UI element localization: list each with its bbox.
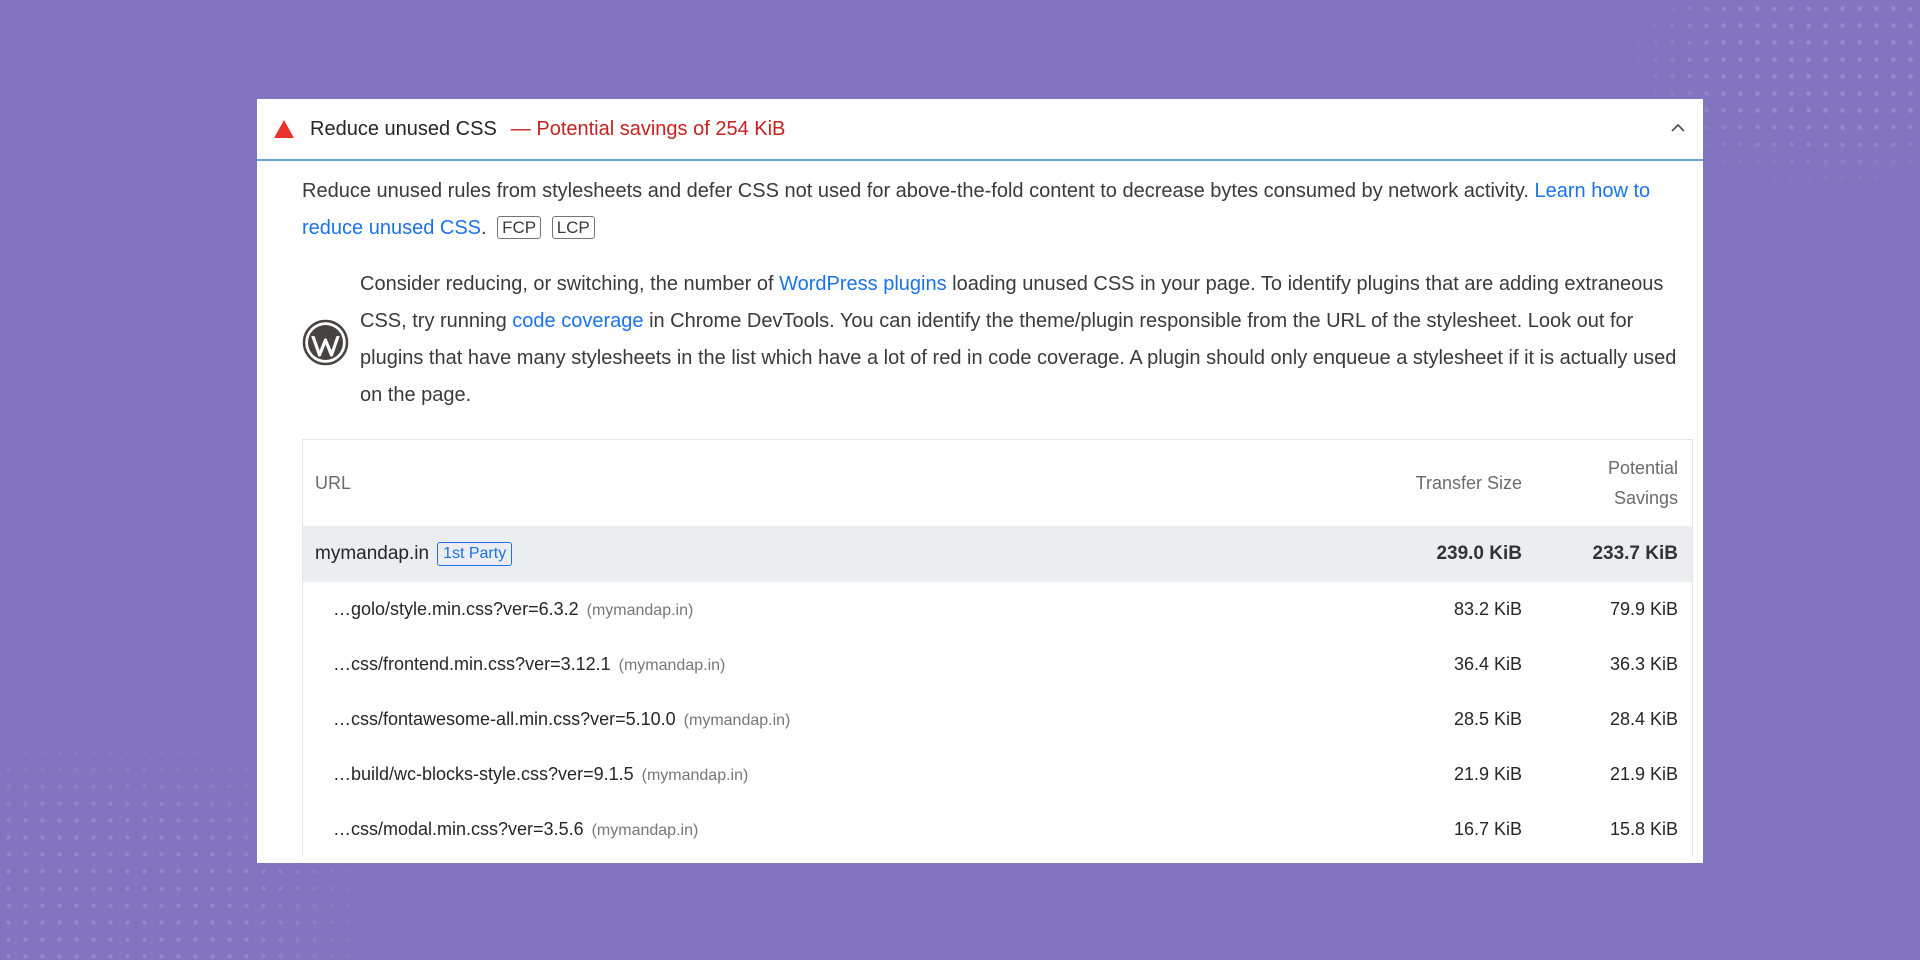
metric-badge-fcp: FCP (497, 216, 542, 239)
entity-group-row: mymandap.in 1st Party 239.0 KiB 233.7 KiB (303, 526, 1692, 582)
audit-panel: Reduce unused CSS — Potential savings of… (257, 99, 1703, 863)
url-cell[interactable]: …css/frontend.min.css?ver=3.12.1 (mymanda… (303, 637, 1358, 692)
url-cell[interactable]: …css/modal.min.css?ver=3.5.6 (mymandap.in… (303, 802, 1358, 857)
audit-title: Reduce unused CSS (310, 117, 497, 140)
metric-badge-lcp: LCP (551, 216, 595, 239)
entity-cell: mymandap.in 1st Party (303, 526, 1358, 582)
warning-triangle-icon (274, 118, 296, 140)
resource-url[interactable]: …css/fontawesome-all.min.css?ver=5.10.0 (333, 709, 676, 729)
savings-cell: 15.8 KiB (1609, 819, 1678, 839)
table-row: …css/modal.min.css?ver=3.5.6 (mymandap.in… (303, 802, 1692, 857)
audit-savings: — Potential savings of 254 KiB (510, 117, 786, 140)
resource-host: (mymandap.in) (641, 767, 749, 784)
savings-cell: 28.4 KiB (1609, 709, 1678, 729)
audit-header[interactable]: Reduce unused CSS — Potential savings of… (257, 99, 1703, 161)
url-cell[interactable]: …build/wc-blocks-style.css?ver=9.1.5 (mym… (303, 747, 1358, 802)
resource-host: (mymandap.in) (591, 822, 699, 839)
details-table-container: URL Transfer Size Potential Savings myma… (302, 439, 1693, 857)
resource-url[interactable]: …build/wc-blocks-style.css?ver=9.1.5 (333, 764, 634, 784)
savings-cell: 21.9 KiB (1609, 764, 1678, 784)
table-row: …golo/style.min.css?ver=6.3.2 (mymandap.i… (303, 582, 1692, 637)
description-text: Reduce unused rules from stylesheets and… (302, 180, 1529, 202)
header-savings-line1: Potential (1607, 458, 1678, 478)
header-url: URL (315, 473, 352, 493)
table-row: …build/wc-blocks-style.css?ver=9.1.5 (mym… (303, 747, 1692, 802)
details-table: URL Transfer Size Potential Savings myma… (303, 440, 1692, 857)
description-period: . (481, 217, 487, 239)
resource-host: (mymandap.in) (586, 602, 694, 619)
entity-transfer-size: 239.0 KiB (1358, 526, 1538, 582)
savings-cell: 36.3 KiB (1609, 654, 1678, 674)
header-savings-line2: Savings (1613, 488, 1678, 508)
wordpress-icon (302, 319, 349, 366)
resource-url[interactable]: …css/modal.min.css?ver=3.5.6 (333, 819, 584, 839)
header-transfer-size: Transfer Size (1415, 473, 1522, 493)
first-party-badge: 1st Party (437, 542, 513, 566)
stack-pack-text: Consider reducing, or switching, the num… (360, 266, 1689, 414)
stack-pack-note: Consider reducing, or switching, the num… (302, 266, 1689, 414)
transfer-size-cell: 36.4 KiB (1453, 654, 1522, 674)
table-row: …css/frontend.min.css?ver=3.12.1 (mymanda… (303, 637, 1692, 692)
transfer-size-cell: 16.7 KiB (1453, 819, 1522, 839)
transfer-size-cell: 28.5 KiB (1453, 709, 1522, 729)
resource-url[interactable]: …golo/style.min.css?ver=6.3.2 (333, 599, 579, 619)
savings-cell: 79.9 KiB (1609, 599, 1678, 619)
resource-host: (mymandap.in) (618, 657, 726, 674)
resource-url[interactable]: …css/frontend.min.css?ver=3.12.1 (333, 654, 611, 674)
table-row: …css/fontawesome-all.min.css?ver=5.10.0 (… (303, 692, 1692, 747)
entity-savings: 233.7 KiB (1538, 526, 1692, 582)
url-cell[interactable]: …golo/style.min.css?ver=6.3.2 (mymandap.i… (303, 582, 1358, 637)
stack-pack-part1: Consider reducing, or switching, the num… (360, 273, 774, 295)
transfer-size-cell: 21.9 KiB (1453, 764, 1522, 784)
wordpress-plugins-link[interactable]: WordPress plugins (779, 273, 946, 295)
entity-name: mymandap.in (315, 543, 430, 564)
chevron-up-icon[interactable] (1669, 119, 1687, 137)
audit-description: Reduce unused rules from stylesheets and… (302, 173, 1689, 247)
header-potential-savings: Potential Savings (1538, 440, 1692, 526)
resource-host: (mymandap.in) (683, 712, 791, 729)
transfer-size-cell: 83.2 KiB (1453, 599, 1522, 619)
table-header-row: URL Transfer Size Potential Savings (303, 440, 1692, 526)
url-cell[interactable]: …css/fontawesome-all.min.css?ver=5.10.0 (… (303, 692, 1358, 747)
code-coverage-link[interactable]: code coverage (512, 310, 643, 332)
